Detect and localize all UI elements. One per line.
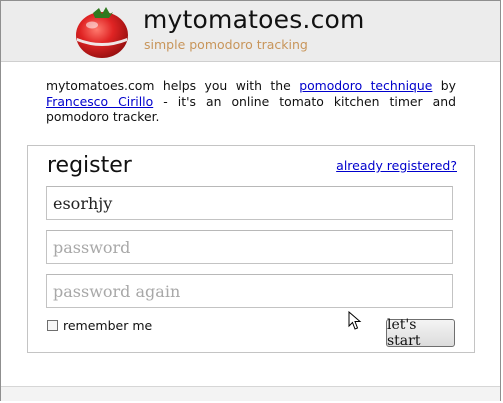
intro-text-part: mytomatoes.com helps you with the	[46, 78, 300, 93]
site-title: mytomatoes.com	[143, 5, 365, 34]
intro-text-part: by	[432, 78, 457, 93]
remember-me-option[interactable]: remember me	[47, 318, 152, 333]
site-header: mytomatoes.com simple pomodoro tracking	[1, 1, 500, 62]
password-input[interactable]	[46, 230, 453, 264]
intro-text: mytomatoes.com helps you with the pomodo…	[46, 78, 456, 125]
remember-me-checkbox[interactable]	[47, 320, 58, 331]
francesco-cirillo-link[interactable]: Francesco Cirillo	[46, 94, 153, 109]
tomato-timer-logo[interactable]	[73, 4, 131, 60]
remember-me-label: remember me	[63, 318, 153, 333]
pomodoro-technique-link[interactable]: pomodoro technique	[299, 78, 432, 93]
register-heading: register	[47, 153, 132, 178]
mouse-cursor-icon	[348, 311, 362, 330]
password-again-input[interactable]	[46, 274, 453, 308]
already-registered-link[interactable]: already registered?	[336, 158, 457, 173]
footer-bar	[1, 386, 500, 401]
username-input[interactable]	[46, 186, 453, 220]
tagline: simple pomodoro tracking	[144, 37, 308, 52]
lets-start-button[interactable]: let's start	[386, 317, 455, 349]
